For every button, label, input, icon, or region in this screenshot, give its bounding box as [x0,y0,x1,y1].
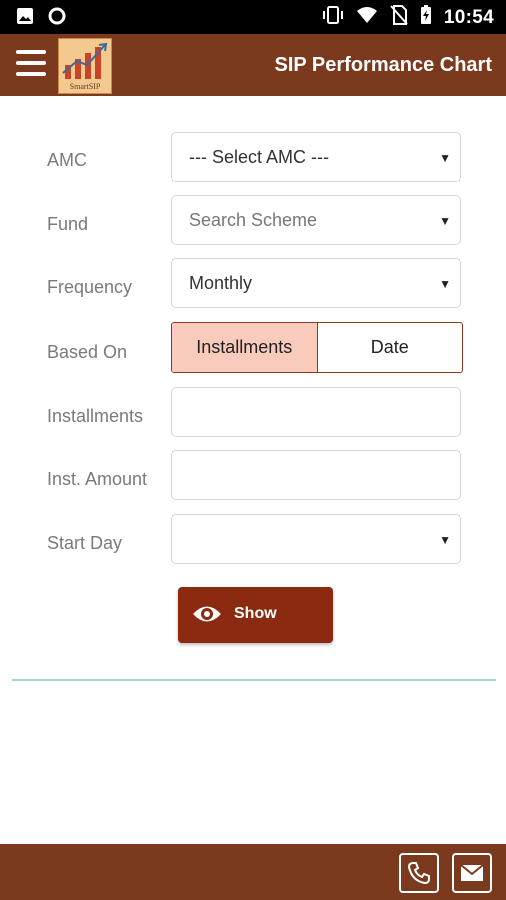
divider [12,679,496,681]
logo-text: SmartSIP [69,82,101,91]
caret-down-icon: ▼ [439,214,451,228]
caret-down-icon: ▼ [439,277,451,291]
amc-select-value: --- Select AMC --- [189,147,330,167]
start-day-label: Start Day [47,533,123,553]
based-on-label: Based On [47,342,128,362]
battery-charging-icon [420,5,432,30]
app-logo: SmartSIP [58,38,112,94]
installments-option[interactable]: Installments [172,323,318,372]
vibrate-icon [322,5,344,30]
frequency-select-value: Monthly [189,273,253,293]
date-option[interactable]: Date [318,323,463,372]
image-icon [16,7,34,30]
show-button[interactable]: Show [178,587,333,643]
installments-input[interactable] [171,387,461,437]
app-bar: SmartSIP SIP Performance Chart [0,34,506,96]
hamburger-menu-icon[interactable] [16,50,46,80]
status-time: 10:54 [443,6,494,28]
bottom-bar [0,844,506,900]
fund-label: Fund [47,214,89,234]
mail-button[interactable] [452,853,492,893]
amc-select[interactable]: --- Select AMC --- ▼ [171,132,461,182]
amc-label: AMC [47,150,87,170]
inst-amount-input[interactable] [171,450,461,500]
installments-label: Installments [47,406,144,426]
caret-down-icon: ▼ [439,151,451,165]
caret-down-icon: ▼ [439,533,451,547]
status-bar: 10:54 [0,0,506,34]
based-on-toggle: Installments Date [171,322,463,373]
frequency-select[interactable]: Monthly ▼ [171,258,461,308]
fund-select[interactable]: Search Scheme ▼ [171,195,461,245]
page-title: SIP Performance Chart [274,54,493,76]
no-sim-icon [390,5,408,30]
eye-icon [192,601,222,632]
fund-select-placeholder: Search Scheme [189,210,318,230]
phone-button[interactable] [399,853,439,893]
frequency-label: Frequency [47,277,133,297]
wifi-icon [356,6,378,29]
inst-amount-label: Inst. Amount [47,469,148,489]
start-day-select[interactable]: ▼ [171,514,461,564]
circle-icon [48,7,66,30]
show-button-label: Show [234,605,277,622]
